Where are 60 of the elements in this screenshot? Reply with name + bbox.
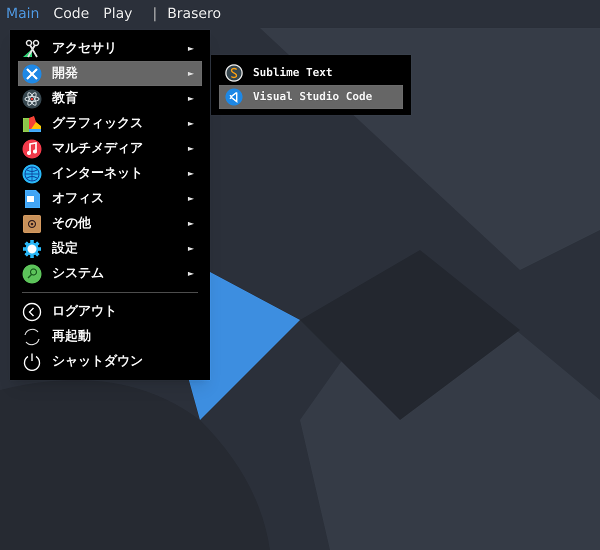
top-bar-menu[interactable]: Code — [53, 4, 90, 24]
menu-item-label: グラフィックス — [52, 114, 144, 133]
submenu-arrow: ► — [188, 42, 194, 54]
menu-item[interactable]: システム ► — [18, 261, 202, 286]
menu-item[interactable]: 開発 ► — [18, 61, 202, 86]
submenu-arrow: ► — [188, 192, 194, 204]
color-swatches-icon — [22, 114, 42, 134]
menu-item[interactable]: オフィス ► — [18, 186, 202, 211]
menu-item-label: ログアウト — [52, 302, 117, 321]
top-bar-menu[interactable]: Play — [103, 4, 132, 24]
menu-item[interactable]: ログアウト — [18, 299, 202, 324]
menu-item[interactable]: アクセサリ ► — [18, 36, 202, 61]
letter-s-circle-icon — [225, 64, 243, 82]
menu-item[interactable]: その他 ► — [18, 211, 202, 236]
document-icon — [22, 188, 42, 208]
submenu-item[interactable]: Visual Studio Code — [219, 85, 403, 109]
back-icon — [22, 302, 42, 322]
submenu-arrow: ► — [188, 218, 194, 230]
menu-item-label: マルチメディア — [52, 140, 144, 158]
menu-item[interactable]: 教育 ► — [18, 86, 202, 111]
tools-icon — [22, 64, 42, 84]
menu-item-label: オフィス — [52, 190, 105, 208]
code-editor-icon — [225, 88, 243, 106]
power-icon — [22, 352, 42, 372]
globe-icon — [22, 164, 42, 184]
submenu-arrow: ► — [188, 168, 194, 180]
menu-item-label: 設定 — [52, 240, 79, 258]
menu-item-label: インターネット — [52, 164, 144, 183]
gear-icon — [22, 238, 42, 258]
submenu-arrow: ► — [188, 242, 194, 254]
menu-item-label: 開発 — [52, 64, 79, 83]
menu-item-label: アクセサリ — [52, 40, 118, 58]
menu-item-label: 教育 — [52, 90, 79, 108]
magnifier-icon — [22, 264, 42, 284]
menu-item[interactable]: グラフィックス ► — [18, 111, 202, 136]
launcher-item[interactable]: Brasero — [167, 4, 222, 24]
music-note-icon — [22, 138, 42, 158]
menu-item-label: 再起動 — [52, 328, 91, 346]
top-bar-menu[interactable]: Main — [6, 4, 40, 24]
submenu-arrow: ► — [188, 268, 194, 280]
submenu-item-label: Visual Studio Code — [253, 88, 372, 105]
menu-item-label: システム — [52, 264, 105, 283]
menu-item[interactable]: マルチメディア ► — [18, 136, 202, 161]
atom-icon — [22, 88, 42, 108]
refresh-icon — [22, 326, 42, 346]
submenu-arrow: ► — [188, 118, 194, 130]
submenu-arrow: ► — [188, 92, 194, 104]
menu-item-label: その他 — [52, 214, 92, 233]
submenu-item-label: Sublime Text — [253, 64, 332, 81]
menu-item-label: シャットダウン — [52, 352, 143, 371]
submenu-arrow: ► — [188, 142, 194, 154]
menu-item[interactable]: 設定 ► — [18, 236, 202, 261]
menu-item[interactable]: 再起動 — [18, 324, 202, 349]
submenu-arrow: ► — [188, 68, 194, 80]
submenu-item[interactable]: Sublime Text — [219, 61, 403, 85]
menu-item[interactable]: インターネット ► — [18, 161, 202, 186]
menu-item[interactable]: シャットダウン — [18, 349, 202, 374]
scissors-icon — [22, 38, 42, 58]
box-icon — [22, 214, 42, 234]
separator-text: | — [152, 4, 158, 24]
